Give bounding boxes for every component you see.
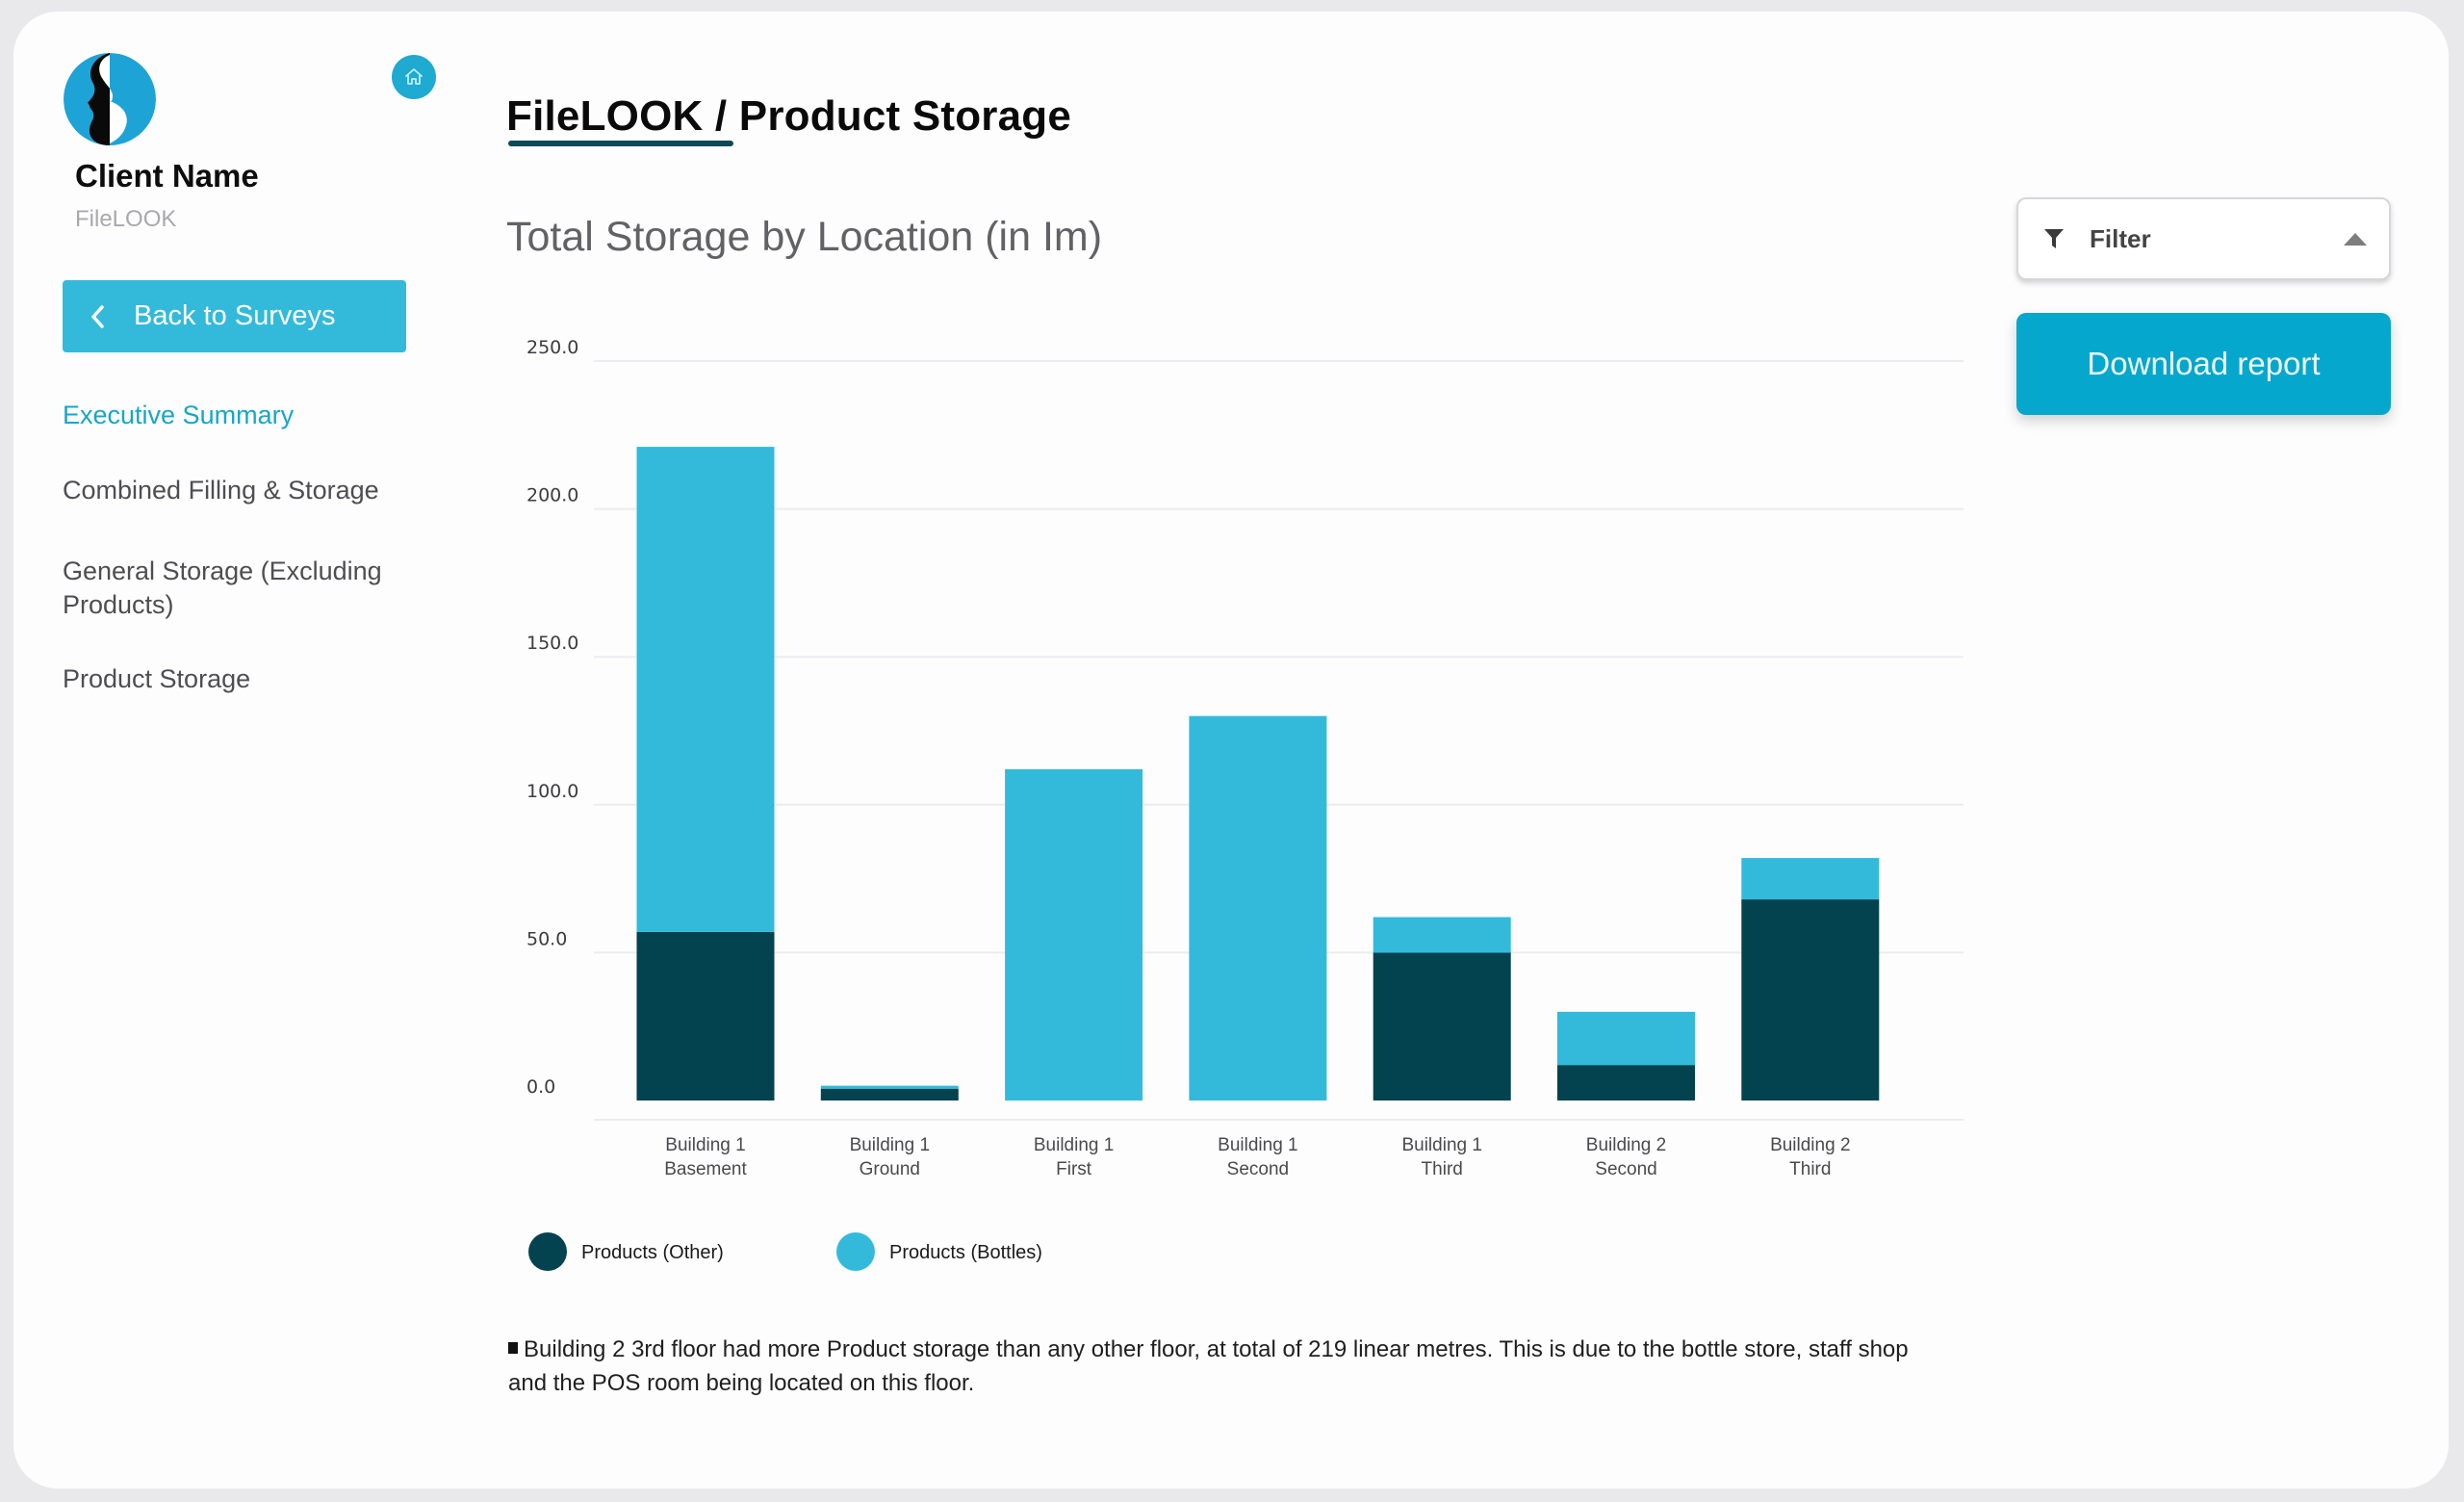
- bar-segment: [820, 1085, 959, 1089]
- legend-swatch: [836, 1232, 875, 1271]
- bar-segment: [1373, 917, 1511, 953]
- y-tick-label: 50.0: [526, 928, 567, 949]
- bar-segment: [1373, 952, 1511, 1101]
- note-text: Building 2 3rd floor had more Product st…: [508, 1336, 1909, 1396]
- bar-segment: [1557, 1065, 1695, 1101]
- app-window: Client Name FileLOOK Back to Surveys Exe…: [13, 12, 2449, 1489]
- bar-segment: [636, 931, 775, 1101]
- y-tick-label: 200.0: [526, 485, 578, 506]
- bar-segment: [636, 447, 775, 932]
- x-tick-label: Second: [1227, 1159, 1289, 1179]
- x-tick-label: Building 1: [1401, 1135, 1481, 1155]
- x-tick-label: First: [1056, 1159, 1092, 1179]
- bullet-icon: [508, 1342, 518, 1354]
- x-tick-label: Building 1: [665, 1135, 745, 1155]
- bar-segment: [1189, 715, 1327, 1101]
- x-tick-label: Building 1: [850, 1135, 930, 1155]
- x-tick-label: Third: [1422, 1159, 1463, 1179]
- legend-label: Products (Other): [581, 1242, 724, 1263]
- x-tick-label: Building 2: [1770, 1135, 1850, 1155]
- y-tick-label: 250.0: [526, 337, 578, 358]
- legend-swatch: [528, 1232, 567, 1271]
- x-tick-label: Third: [1789, 1159, 1831, 1179]
- x-tick-label: Ground: [860, 1159, 920, 1179]
- bar-segment: [1005, 768, 1143, 1101]
- stacked-bar-chart: 0.0 50.0 100.0 150.0 200.0 250.0 Building 1 Bas…: [526, 337, 1964, 1271]
- chart-note: Building 2 3rd floor had more Product st…: [508, 1333, 1933, 1400]
- x-tick-label: Basement: [664, 1159, 747, 1179]
- y-tick-label: 100.0: [526, 781, 578, 802]
- legend-label: Products (Bottles): [889, 1242, 1042, 1263]
- x-tick-label: Building 1: [1218, 1135, 1297, 1155]
- x-tick-label: Building 1: [1034, 1135, 1114, 1155]
- y-tick-label: 0.0: [526, 1076, 555, 1098]
- x-tick-label: Second: [1595, 1159, 1656, 1179]
- y-tick-label: 150.0: [526, 633, 578, 654]
- bar-segment: [1741, 858, 1880, 900]
- bar-segment: [1557, 1011, 1695, 1066]
- bar-segment: [1741, 899, 1880, 1101]
- x-tick-label: Building 2: [1586, 1135, 1666, 1155]
- bar-segment: [820, 1088, 959, 1101]
